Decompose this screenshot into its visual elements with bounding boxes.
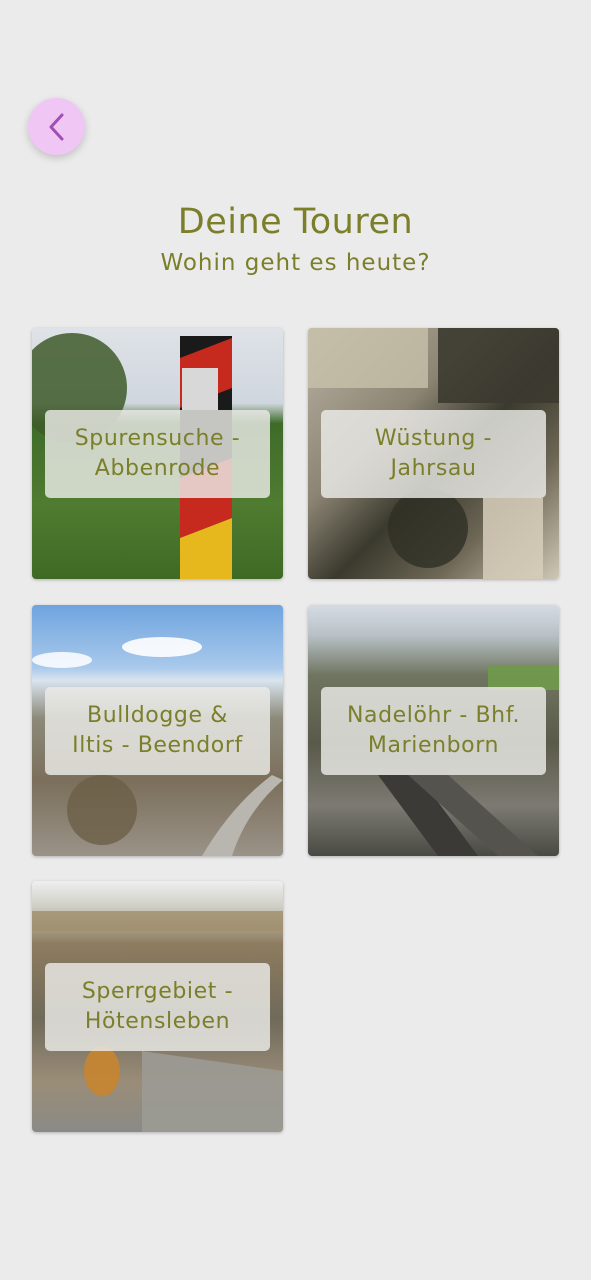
- tour-card-marienborn[interactable]: Nadelöhr - Bhf. Marienborn: [308, 605, 559, 856]
- tour-card-beendorf[interactable]: Bulldogge & Iltis - Beendorf: [32, 605, 283, 856]
- screen: Deine Touren Wohin geht es heute? Spuren…: [0, 0, 591, 1280]
- tour-label: Nadelöhr - Bhf. Marienborn: [321, 687, 546, 775]
- tour-card-jahrsau[interactable]: Wüstung - Jahrsau: [308, 328, 559, 579]
- tour-label: Wüstung - Jahrsau: [321, 410, 546, 498]
- chevron-left-icon: [46, 112, 68, 142]
- page-subtitle: Wohin geht es heute?: [160, 250, 431, 276]
- page-title: Deine Touren: [177, 202, 414, 242]
- tour-label: Sperrgebiet - Hötensleben: [45, 963, 270, 1051]
- tour-card-hoetensleben[interactable]: Sperrgebiet - Hötensleben: [32, 881, 283, 1132]
- tour-label: Bulldogge & Iltis - Beendorf: [45, 687, 270, 775]
- tour-card-abbenrode[interactable]: Spurensuche - Abbenrode: [32, 328, 283, 579]
- back-button[interactable]: [28, 98, 85, 155]
- tour-label: Spurensuche - Abbenrode: [45, 410, 270, 498]
